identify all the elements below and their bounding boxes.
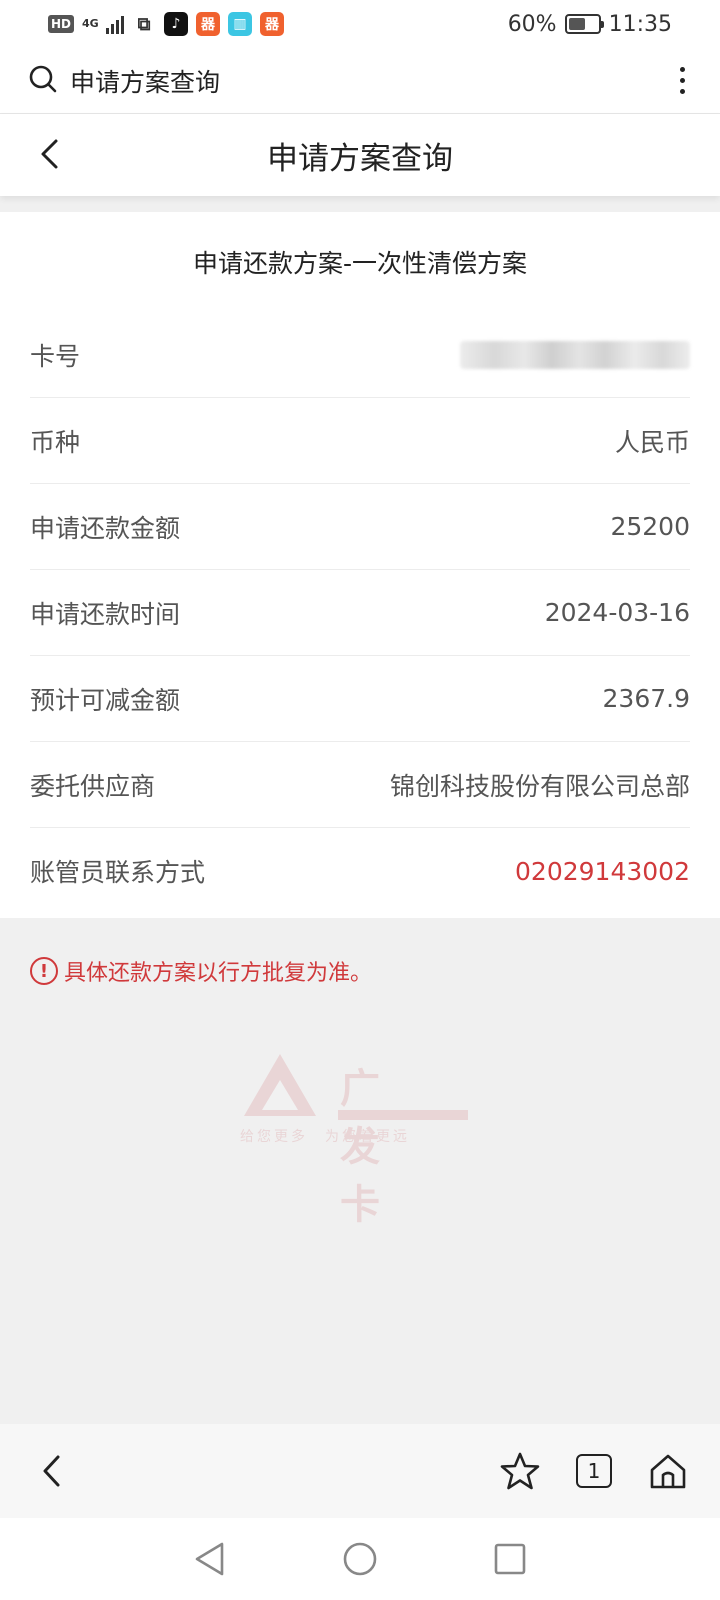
browser-toolbar: 1 (0, 1424, 720, 1518)
row-value: 锦创科技股份有限公司总部 (389, 771, 690, 801)
watermark-bar (338, 1110, 468, 1120)
signal-icon (106, 14, 125, 34)
notice-text: 具体还款方案以行方批复为准。 (64, 961, 373, 986)
row-value: 人民币 (614, 427, 690, 457)
network-type: 4G (82, 17, 99, 30)
plan-details-list: 卡号 币种 人民币 申请还款金额 25200 申请还款时间 2024-03-16… (0, 312, 720, 914)
system-navigation (0, 1518, 720, 1600)
home-icon[interactable] (646, 1449, 690, 1493)
status-right: 60% 11:35 (508, 12, 672, 37)
row-label: 预计可减金额 (30, 685, 181, 715)
row-supplier: 委托供应商 锦创科技股份有限公司总部 (30, 742, 690, 828)
row-label: 委托供应商 (30, 771, 156, 801)
clock: 11:35 (608, 11, 672, 37)
orange-app-icon: 器 (196, 12, 221, 36)
row-value: 25200 (610, 512, 690, 541)
plan-title: 申请还款方案-一次性清偿方案 (192, 249, 528, 278)
bookmark-star-icon[interactable] (498, 1449, 542, 1493)
watermark-slogan: 给您更多 为您着更远 (240, 1129, 410, 1145)
notice: ! 具体还款方案以行方批复为准。 (30, 955, 372, 987)
tiktok-icon: ♪ (164, 12, 189, 36)
row-reduction-amount: 预计可减金额 2367.9 (30, 656, 690, 742)
battery-fill (568, 18, 586, 30)
nav-home-icon[interactable] (340, 1539, 380, 1579)
row-label: 币种 (30, 427, 81, 457)
masked-card-number (460, 340, 690, 369)
battery-icon (564, 14, 604, 34)
reader-app-icon: ▥ (228, 12, 253, 36)
nav-recents-icon[interactable] (490, 1539, 530, 1579)
status-bar: HD 4G ⧉ ♪ 器 ▥ 器 60% 11:35 (0, 0, 720, 48)
orange-app-icon: 器 (260, 12, 285, 36)
browser-address-bar[interactable]: 申请方案查询 (0, 48, 720, 114)
row-card-number: 卡号 (30, 312, 690, 398)
row-label: 申请还款时间 (30, 599, 181, 629)
row-value: 2024-03-16 (544, 598, 690, 627)
row-repayment-date: 申请还款时间 2024-03-16 (30, 570, 690, 656)
row-contact: 账管员联系方式 02029143002 (30, 828, 690, 914)
link-app-icon: ⧉ (137, 13, 151, 35)
row-label: 卡号 (30, 341, 81, 371)
battery-percent: 60% (507, 11, 557, 37)
more-menu-icon[interactable] (672, 67, 692, 94)
tab-count: 1 (576, 1454, 612, 1488)
browser-back-icon[interactable] (30, 1449, 74, 1493)
row-repayment-amount: 申请还款金额 25200 (30, 484, 690, 570)
row-value: 2367.9 (602, 684, 690, 713)
back-arrow-icon[interactable] (30, 134, 70, 174)
search-icon (28, 64, 58, 98)
row-label: 账管员联系方式 (30, 858, 206, 887)
contact-phone-link[interactable]: 02029143002 (515, 857, 690, 886)
page-header: 申请方案查询 (0, 114, 720, 196)
page-title: 申请方案查询 (267, 140, 453, 177)
bank-watermark: 广发卡 给您更多 为您着更远 (240, 1050, 468, 1228)
row-currency: 币种 人民币 (30, 398, 690, 484)
row-label: 申请还款金额 (30, 513, 181, 543)
logo-icon (244, 1054, 316, 1116)
address-text[interactable]: 申请方案查询 (70, 63, 672, 99)
tabs-button[interactable]: 1 (572, 1449, 616, 1493)
nav-back-icon[interactable] (190, 1539, 230, 1579)
status-left: HD 4G ⧉ ♪ 器 ▥ 器 (48, 12, 285, 36)
plan-card: 申请还款方案-一次性清偿方案 卡号 币种 人民币 申请还款金额 25200 申请… (0, 212, 720, 918)
warning-icon: ! (30, 957, 58, 985)
hd-badge: HD (48, 15, 75, 33)
